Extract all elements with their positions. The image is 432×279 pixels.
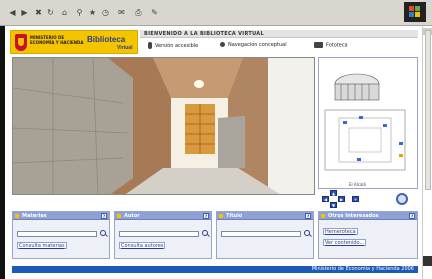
panel-autor: Autor ? Consulta autores (114, 211, 212, 259)
mode-accessible-link[interactable]: Versión accesible (148, 42, 198, 49)
rotate-icon[interactable] (396, 193, 408, 205)
library-title: Biblioteca (87, 35, 126, 44)
forward-icon[interactable]: ▶ (20, 8, 29, 17)
titulo-search-input[interactable] (221, 231, 301, 237)
panel-titulo: Título ? (216, 211, 314, 259)
footer-text: Ministerio de Economía y Hacienda 2006 (311, 266, 414, 272)
bullet-icon (117, 214, 121, 218)
panorama-image (13, 58, 314, 194)
person-icon (148, 42, 152, 49)
mode-conceptual-link[interactable]: Navegación conceptual (220, 42, 287, 48)
mode-photo-link[interactable]: Fototeca (314, 42, 348, 49)
refresh-icon[interactable]: ↻ (46, 8, 55, 17)
consulta-autores-link[interactable]: Consulta autores (119, 242, 166, 249)
edit-icon[interactable]: ✎ (150, 8, 159, 17)
back-icon[interactable]: ◀ (8, 8, 17, 17)
consulta-materias-link[interactable]: Consulta materias (17, 242, 67, 249)
pan-right-icon[interactable]: ▶ (338, 196, 345, 202)
ministry-name: Ministerio de Economía y Hacienda (30, 35, 84, 45)
pan-up-icon[interactable]: ▲ (330, 190, 337, 196)
browser-toolbar: ◀ ▶ ✖ ↻ ⌂ ⚲ ★ ◷ ✉ ⎙ ✎ (0, 0, 432, 26)
help-icon[interactable]: ? (305, 213, 311, 219)
welcome-bar: BIENVENIDO A LA BIBLIOTECA VIRTUAL (140, 30, 418, 38)
autor-search-input[interactable] (119, 231, 199, 237)
bullet-icon (15, 214, 19, 218)
footer-bar: Ministerio de Economía y Hacienda 2006 (12, 266, 418, 273)
panel-title: Otros Interesados (328, 213, 379, 219)
panel-title: Autor (124, 213, 140, 219)
library-subtitle: Virtual (117, 45, 133, 51)
site-header: Ministerio de Economía y Hacienda Biblio… (8, 28, 418, 54)
search-icon[interactable]: ⚲ (75, 8, 84, 17)
materias-search-input[interactable] (17, 231, 97, 237)
stop-icon[interactable]: ✖ (34, 8, 43, 17)
coat-of-arms-icon (15, 34, 27, 51)
windows-logo-icon (404, 2, 426, 22)
pan-down-icon[interactable]: ▼ (330, 202, 337, 208)
panel-title: Título (226, 213, 243, 219)
help-icon[interactable]: ? (101, 213, 107, 219)
site-logo[interactable]: Ministerio de Economía y Hacienda Biblio… (10, 30, 138, 54)
map-controls: ▲ ◀ ▶ ▼ + (322, 190, 418, 208)
panorama-viewer[interactable] (12, 57, 315, 195)
history-icon[interactable]: ◷ (101, 8, 110, 17)
bullet-icon (321, 214, 325, 218)
mail-icon[interactable]: ✉ (117, 8, 126, 17)
welcome-text: BIENVENIDO A LA BIBLIOTECA VIRTUAL (144, 31, 264, 37)
window-frame-left (0, 26, 5, 279)
location-map[interactable]: El Alcalá (318, 57, 418, 189)
home-icon[interactable]: ⌂ (60, 8, 69, 17)
scrollbar[interactable] (425, 30, 431, 190)
building-map-image (324, 73, 406, 171)
pan-left-icon[interactable]: ◀ (322, 196, 329, 202)
camera-icon (314, 42, 323, 48)
scroll-down-icon[interactable] (423, 256, 432, 266)
zoom-in-icon[interactable]: + (352, 196, 359, 202)
help-icon[interactable]: ? (409, 213, 415, 219)
panel-materias: Materias ? Consulta materias (12, 211, 110, 259)
search-icon[interactable] (202, 230, 208, 236)
ver-contenido-link[interactable]: Ver contenido... (323, 239, 367, 246)
map-caption: El Alcalá (349, 182, 366, 187)
panel-title: Materias (22, 213, 47, 219)
panel-otros: Otros Interesados ? Hemeroteca Ver conte… (318, 211, 418, 259)
print-icon[interactable]: ⎙ (134, 8, 143, 17)
window-frame-right (422, 26, 432, 279)
search-icon[interactable] (304, 230, 310, 236)
hemeroteca-link[interactable]: Hemeroteca (323, 228, 358, 235)
search-icon[interactable] (100, 230, 106, 236)
favorites-icon[interactable]: ★ (88, 8, 97, 17)
network-icon (220, 42, 225, 47)
help-icon[interactable]: ? (203, 213, 209, 219)
bullet-icon (219, 214, 223, 218)
